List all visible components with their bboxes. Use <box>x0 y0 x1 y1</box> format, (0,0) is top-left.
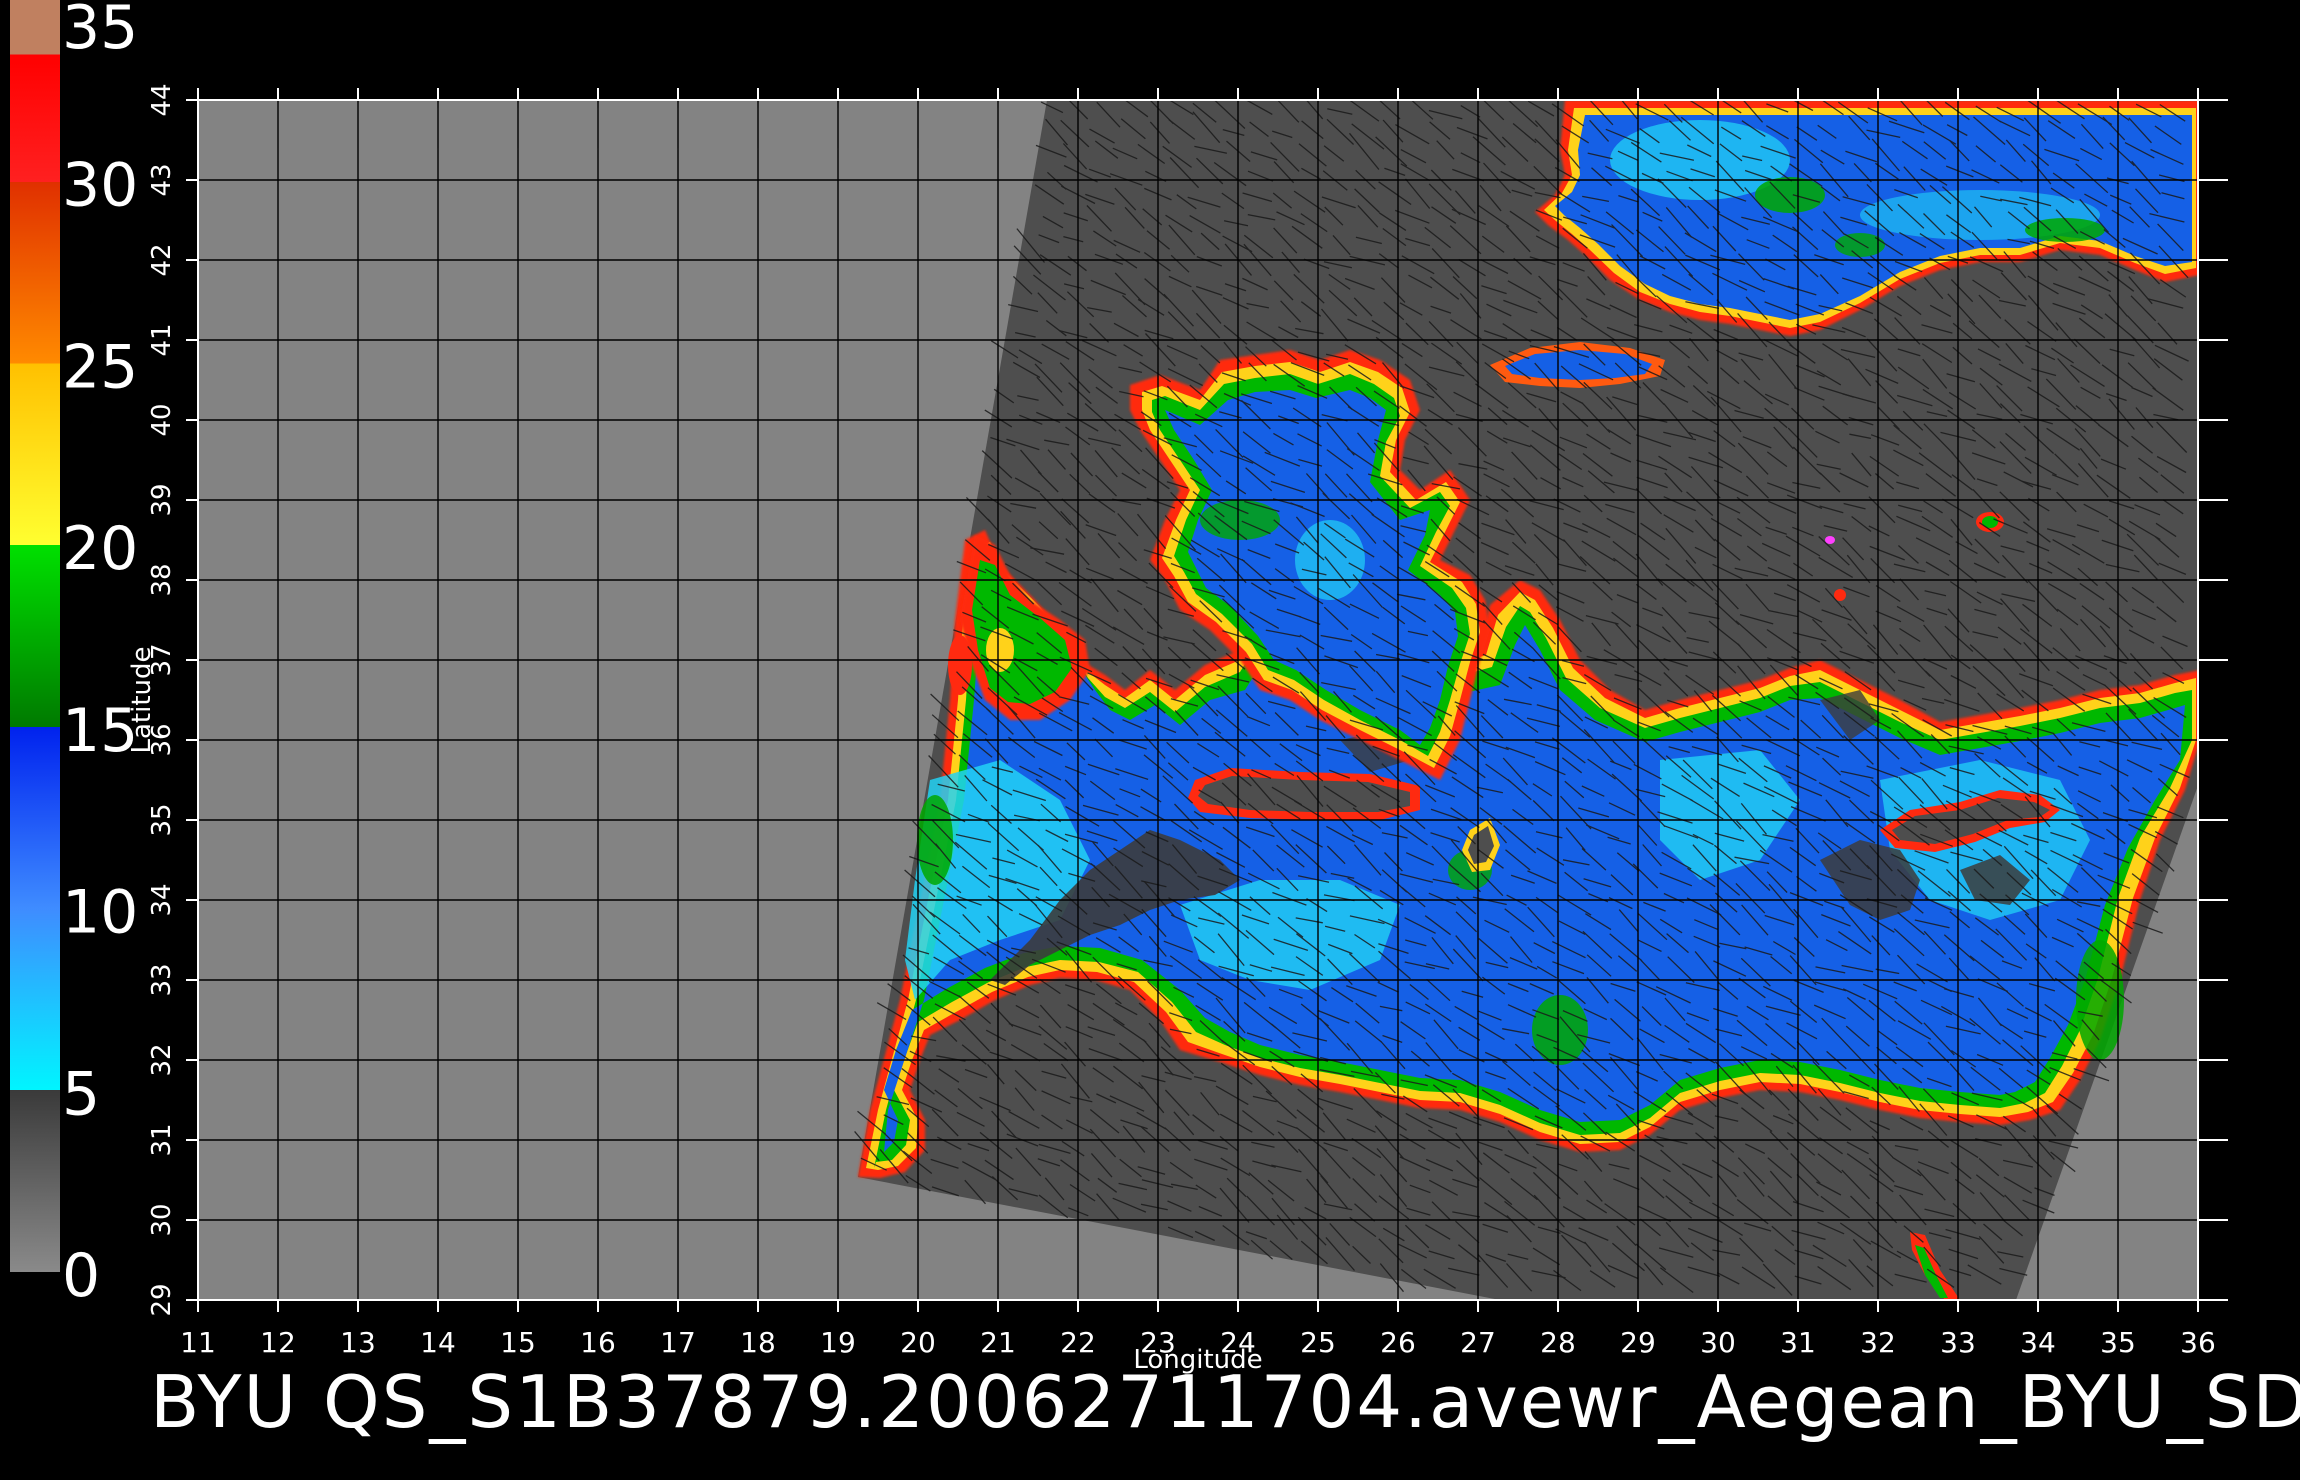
lat-tick-label: 43 <box>147 163 177 196</box>
lon-tick-label: 14 <box>420 1326 456 1359</box>
colorbar-tick-label: 25 <box>62 332 138 402</box>
lon-tick-label: 15 <box>500 1326 536 1359</box>
black-sea-green-patch <box>1755 177 1825 213</box>
colorbar-tick-label: 20 <box>62 514 138 584</box>
colorbar-tick-label: 35 <box>62 0 138 63</box>
lat-tick-label: 38 <box>147 563 177 596</box>
image-caption: BYU QS_S1B37879.20062711704.avewr_Aegean… <box>150 1360 2300 1444</box>
lat-tick-label: 34 <box>147 883 177 916</box>
lon-tick-label: 22 <box>1060 1326 1096 1359</box>
lon-tick-label: 18 <box>740 1326 776 1359</box>
lon-tick-label: 21 <box>980 1326 1016 1359</box>
lon-tick-label: 34 <box>2020 1326 2056 1359</box>
colorbar-tick-label: 5 <box>62 1059 100 1129</box>
med-green-patch <box>917 795 953 885</box>
med-green-patch <box>1532 995 1588 1065</box>
lon-tick-label: 27 <box>1460 1326 1496 1359</box>
lon-tick-label: 17 <box>660 1326 696 1359</box>
lon-tick-label: 19 <box>820 1326 856 1359</box>
lon-tick-label: 12 <box>260 1326 296 1359</box>
med-green-patch <box>2076 940 2124 1060</box>
lon-tick-label: 32 <box>1860 1326 1896 1359</box>
lon-tick-label: 36 <box>2180 1326 2216 1359</box>
lon-tick-label: 20 <box>900 1326 936 1359</box>
lat-tick-label: 31 <box>147 1123 177 1156</box>
lon-tick-label: 16 <box>580 1326 616 1359</box>
colorbar-tick-label: 10 <box>62 878 138 948</box>
lon-tick-label: 28 <box>1540 1326 1576 1359</box>
lon-tick-label: 33 <box>1940 1326 1976 1359</box>
lat-tick-label: 40 <box>147 403 177 436</box>
y-axis-label: Latitude <box>127 646 157 753</box>
lon-tick-label: 11 <box>180 1326 216 1359</box>
ionian-red-spot <box>948 635 972 695</box>
colorbar-tick-label: 30 <box>62 151 138 221</box>
lat-tick-label: 30 <box>147 1203 177 1236</box>
lat-tick-label: 39 <box>147 483 177 516</box>
lat-tick-label: 32 <box>147 1043 177 1076</box>
lon-tick-label: 13 <box>340 1326 376 1359</box>
lon-tick-label: 29 <box>1620 1326 1656 1359</box>
lon-tick-label: 35 <box>2100 1326 2136 1359</box>
colorbar-tick-label: 0 <box>62 1241 100 1311</box>
lat-tick-label: 41 <box>147 323 177 356</box>
colorbar: 05101520253035 <box>10 0 138 1311</box>
island-spot <box>1825 536 1835 544</box>
map-plot: 11 12 13 14 15 16 17 18 19 20 21 22 23 24 25 26 27 28 29 30… <box>127 83 2228 1375</box>
lat-tick-label: 44 <box>147 83 177 116</box>
lat-tick-label: 33 <box>147 963 177 996</box>
lat-tick-label: 35 <box>147 803 177 836</box>
lon-tick-label: 31 <box>1780 1326 1816 1359</box>
lon-tick-label: 26 <box>1380 1326 1416 1359</box>
lat-tick-label: 29 <box>147 1283 177 1316</box>
lat-tick-label: 42 <box>147 243 177 276</box>
wind-speed-map-figure: 0 5 10 15 20 25 30 35 11 12 13 14 15 16 17 18 1… <box>10 0 2228 1375</box>
colorbar-strip <box>10 0 60 1272</box>
lon-tick-label: 25 <box>1300 1326 1336 1359</box>
aegean-light-patch <box>1295 520 1365 600</box>
lon-tick-label: 30 <box>1700 1326 1736 1359</box>
